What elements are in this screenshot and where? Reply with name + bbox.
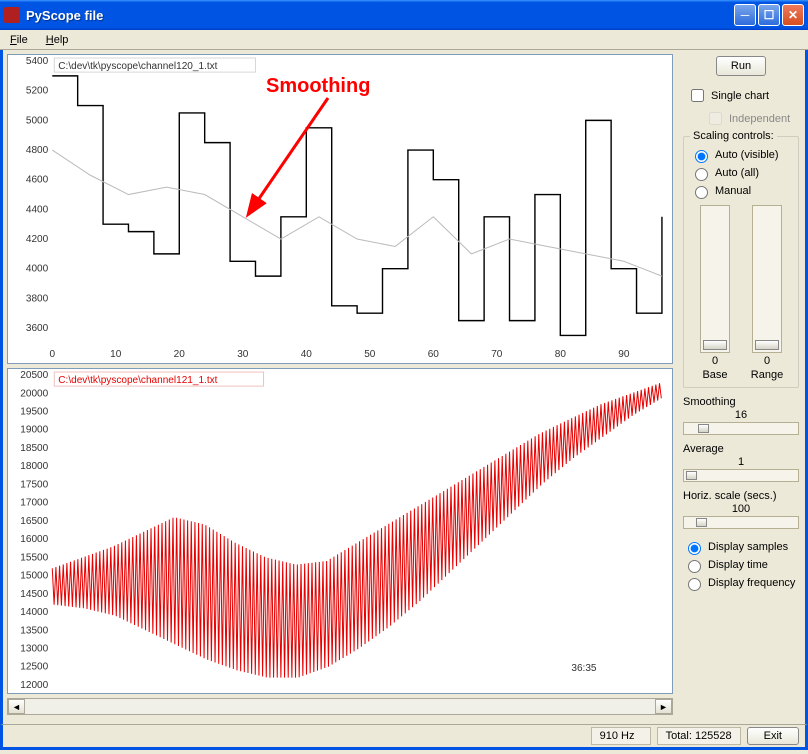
svg-text:4400: 4400 [26, 204, 49, 215]
svg-text:13500: 13500 [20, 625, 48, 636]
close-button[interactable]: ✕ [782, 4, 804, 26]
range-value: 0 [744, 355, 790, 367]
maximize-button[interactable]: ☐ [758, 4, 780, 26]
titlebar: PyScope file ─ ☐ ✕ [0, 0, 808, 30]
svg-text:12500: 12500 [20, 662, 48, 673]
menu-help[interactable]: Help [42, 32, 73, 48]
smoothing-slider[interactable] [683, 422, 799, 435]
svg-text:30: 30 [237, 349, 249, 360]
average-value: 1 [683, 456, 799, 468]
menubar: File Help [0, 30, 808, 50]
base-value: 0 [692, 355, 738, 367]
svg-text:13000: 13000 [20, 644, 48, 655]
range-label: Range [744, 369, 790, 381]
chart-top: 3600 3800 4000 4200 4400 4600 4800 5000 5200 5400… [7, 54, 673, 364]
svg-text:90: 90 [618, 349, 630, 360]
svg-text:18000: 18000 [20, 461, 48, 472]
svg-text:18500: 18500 [20, 443, 48, 454]
smoothing-label: Smoothing [683, 396, 799, 408]
smoothing-value: 16 [683, 409, 799, 421]
svg-text:60: 60 [428, 349, 440, 360]
window-title: PyScope file [26, 8, 734, 23]
status-total: Total: 125528 [657, 727, 741, 745]
side-panel: Run Single chart Independent Scaling con… [677, 50, 805, 724]
independent-checkbox: Independent [705, 109, 799, 128]
svg-text:4600: 4600 [26, 175, 49, 186]
run-button[interactable]: Run [716, 56, 766, 76]
range-slider[interactable] [752, 205, 782, 353]
svg-text:40: 40 [301, 349, 313, 360]
scale-manual[interactable]: Manual [690, 183, 792, 199]
svg-text:70: 70 [491, 349, 503, 360]
arrow-icon [248, 93, 338, 213]
scale-auto-all[interactable]: Auto (all) [690, 165, 792, 181]
svg-text:14500: 14500 [20, 589, 48, 600]
svg-text:20: 20 [174, 349, 186, 360]
statusbar: 910 Hz Total: 125528 Exit [0, 724, 808, 750]
hscale-label: Horiz. scale (secs.) [683, 490, 799, 502]
svg-text:12000: 12000 [20, 680, 48, 691]
svg-text:50: 50 [364, 349, 376, 360]
svg-text:15000: 15000 [20, 571, 48, 582]
scaling-legend: Scaling controls: [690, 130, 777, 142]
svg-text:20000: 20000 [20, 388, 48, 399]
svg-text:3600: 3600 [26, 323, 49, 334]
average-slider[interactable] [683, 469, 799, 482]
svg-text:16000: 16000 [20, 534, 48, 545]
hscale-slider[interactable] [683, 516, 799, 529]
average-label: Average [683, 443, 799, 455]
svg-text:10: 10 [110, 349, 122, 360]
base-slider[interactable] [700, 205, 730, 353]
svg-text:17000: 17000 [20, 498, 48, 509]
base-label: Base [692, 369, 738, 381]
svg-text:0: 0 [49, 349, 55, 360]
scroll-left-icon[interactable]: ◄ [8, 699, 25, 714]
display-samples[interactable]: Display samples [683, 539, 799, 555]
svg-text:19000: 19000 [20, 425, 48, 436]
svg-text:5200: 5200 [26, 86, 49, 97]
minimize-button[interactable]: ─ [734, 4, 756, 26]
exit-button[interactable]: Exit [747, 727, 799, 745]
chart1-file-label: C:\dev\tk\pyscope\channel120_1.txt [58, 61, 217, 72]
svg-text:4800: 4800 [26, 145, 49, 156]
app-icon [4, 7, 20, 23]
svg-text:3800: 3800 [26, 293, 49, 304]
svg-text:5400: 5400 [26, 56, 49, 67]
chart-bottom: 12000 12500 13000 13500 14000 14500 15000 15500… [7, 368, 673, 694]
svg-text:4200: 4200 [26, 234, 49, 245]
scale-auto-visible[interactable]: Auto (visible) [690, 147, 792, 163]
svg-text:17500: 17500 [20, 479, 48, 490]
svg-text:80: 80 [555, 349, 567, 360]
svg-text:14000: 14000 [20, 607, 48, 618]
svg-text:4000: 4000 [26, 264, 49, 275]
menu-file[interactable]: File [6, 32, 32, 48]
display-frequency[interactable]: Display frequency [683, 575, 799, 591]
svg-text:16500: 16500 [20, 516, 48, 527]
chart2-file-label: C:\dev\tk\pyscope\channel121_1.txt [58, 375, 217, 386]
chart2-time-annotation: 36:35 [571, 663, 597, 674]
svg-text:15500: 15500 [20, 552, 48, 563]
scroll-right-icon[interactable]: ► [655, 699, 672, 714]
single-chart-checkbox[interactable]: Single chart [687, 86, 799, 105]
status-hz: 910 Hz [591, 727, 651, 745]
svg-text:19500: 19500 [20, 407, 48, 418]
display-time[interactable]: Display time [683, 557, 799, 573]
hscale-value: 100 [683, 503, 799, 515]
scaling-group: Scaling controls: Auto (visible) Auto (a… [683, 136, 799, 388]
svg-text:5000: 5000 [26, 115, 49, 126]
horizontal-scrollbar[interactable]: ◄ ► [7, 698, 673, 715]
svg-text:20500: 20500 [20, 370, 48, 381]
